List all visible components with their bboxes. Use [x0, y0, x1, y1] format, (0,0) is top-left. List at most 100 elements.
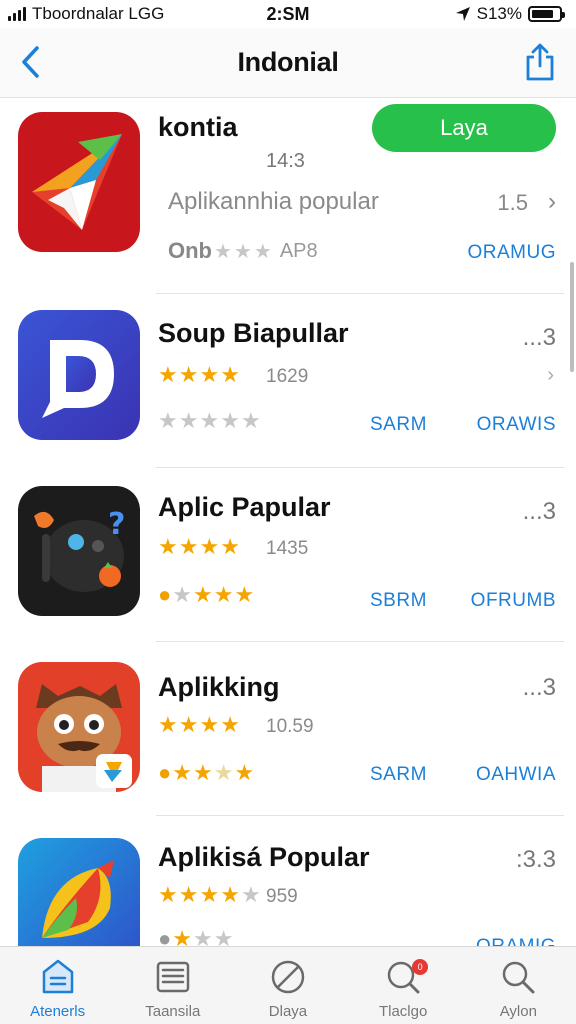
star-icon: ★: [214, 240, 232, 263]
signal-icon: [8, 7, 26, 21]
star-icon: ★: [178, 534, 199, 559]
share-button[interactable]: [520, 38, 560, 86]
app-name: Aplikisá Popular: [158, 842, 370, 872]
status-bar: Tboordnalar LGG 2:SM S13%: [0, 0, 576, 28]
price-link[interactable]: SARM: [370, 414, 427, 436]
apps-icon: [268, 957, 308, 997]
star-icon: ●: [158, 582, 172, 607]
tab-apps[interactable]: Dlaya: [233, 957, 343, 1020]
star-icon: ★: [220, 882, 240, 907]
rating-count: 1629: [266, 366, 309, 387]
battery-fill: [532, 10, 553, 18]
price-link[interactable]: SARM: [370, 764, 427, 786]
star-icon: ★: [213, 582, 234, 607]
app-subtitle: Aplikannhia popular: [168, 188, 379, 215]
star-icon: ★: [178, 362, 199, 387]
feather-icon: [18, 838, 140, 946]
app-row-3[interactable]: ? Aplic Papular ...3 ★ ★ ★ ★ 1435 ● ★ ★ ★ ★ SBR…: [0, 468, 576, 642]
star-icon: ★: [199, 712, 220, 737]
rating-stars: ★ ★ ★ ★ ★: [158, 884, 261, 906]
carrier-label: Tboordnalar LGG: [32, 4, 165, 23]
search-icon: [498, 957, 538, 997]
app-name: Aplikking: [158, 672, 280, 702]
app-name: Aplic Papular: [158, 492, 331, 522]
app-meta: 14:3: [266, 150, 305, 172]
star-icon: ★: [178, 712, 199, 737]
star-icon: ★: [199, 408, 220, 433]
sub-rating-stars: ● ★ ★ ★ ★: [158, 762, 254, 784]
star-icon: ★: [178, 408, 199, 433]
app-row-2[interactable]: Soup Biapullar ...3 ★ ★ ★ ★ 1629 › ★ ★ ★ ★ ★ SA…: [0, 294, 576, 468]
tab-games[interactable]: Taansila: [118, 957, 228, 1020]
tab-today[interactable]: Atenerls: [3, 957, 113, 1020]
app-icon-aplic[interactable]: ?: [18, 486, 140, 616]
star-icon: ★: [199, 362, 220, 387]
get-link[interactable]: ORAMIG: [476, 936, 556, 946]
rating-text: Onb: [168, 238, 212, 263]
page-title: Indonial: [237, 47, 339, 77]
svg-text:?: ?: [108, 507, 125, 542]
get-link[interactable]: OAHWIA: [476, 764, 556, 786]
star-icon: ★: [178, 882, 199, 907]
star-icon: ★: [234, 760, 255, 785]
app-size: 1.5: [497, 190, 528, 215]
get-link[interactable]: ORAMUG: [468, 242, 557, 264]
tab-label: Atenerls: [30, 1003, 86, 1020]
rating-row: Onb ★ ★ ★ AP8: [168, 238, 318, 264]
rank-label: :3.3: [515, 846, 556, 873]
star-icon: ★: [158, 534, 178, 559]
star-icon: ★: [199, 534, 220, 559]
rating-stars: ★ ★ ★ ★: [158, 364, 240, 386]
rating-count: 1435: [266, 538, 309, 559]
chevron-right-icon[interactable]: ›: [548, 188, 556, 216]
star-icon: ★: [158, 712, 178, 737]
star-icon: ★: [220, 712, 240, 737]
chevron-right-icon[interactable]: ›: [547, 364, 554, 387]
star-icon: ★: [220, 408, 240, 433]
app-icon-soup[interactable]: [18, 310, 140, 440]
star-icon: ★: [220, 362, 240, 387]
star-icon: ★: [193, 582, 213, 607]
star-icon: ★: [240, 408, 261, 433]
app-row-5[interactable]: Aplikisá Popular :3.3 ★★★★★ 959 ●★★★ ORA…: [0, 816, 576, 946]
scroll-indicator[interactable]: [570, 262, 574, 372]
tab-updates[interactable]: 0 Tlaclgo: [348, 957, 458, 1020]
app-icon-aplikisa[interactable]: [18, 838, 140, 946]
rating-count: 959: [266, 886, 298, 907]
sub-rating-stars: ● ★ ★ ★: [158, 926, 234, 947]
app-icon-kontia[interactable]: [18, 112, 140, 252]
rank-label: ...3: [522, 324, 556, 351]
star-icon: ★: [213, 760, 234, 785]
tab-label: Dlaya: [268, 1003, 308, 1020]
rank-label: ...3: [522, 674, 556, 701]
star-icon: ●: [158, 926, 172, 947]
app-row-1[interactable]: kontia Laya 14:3 Aplikannhia popular 1.5…: [0, 98, 576, 294]
get-link[interactable]: OFRUMB: [471, 590, 556, 612]
star-icon: ★: [199, 882, 220, 907]
today-icon: [38, 957, 78, 997]
rating-count: 10.59: [266, 716, 314, 737]
price-link[interactable]: SBRM: [370, 590, 427, 612]
star-icon: ★: [158, 408, 178, 433]
tab-bar: Atenerls Taansila Dlaya 0 Tlaclgo Aylon: [0, 946, 576, 1024]
install-button[interactable]: Laya: [372, 104, 556, 152]
rating-code: AP8: [279, 239, 318, 262]
tab-search[interactable]: Aylon: [463, 957, 573, 1020]
star-icon: ★: [172, 760, 193, 785]
battery-percent: S13%: [476, 4, 522, 23]
tab-label: Tlaclgo: [378, 1003, 428, 1020]
status-right: S13%: [455, 4, 565, 24]
back-button[interactable]: [10, 40, 50, 84]
rating-stars: ★ ★ ★ ★: [158, 536, 240, 558]
chevron-left-icon: [22, 46, 39, 78]
app-icon-aplikking[interactable]: [18, 662, 140, 792]
sub-rating-stars: ★ ★ ★ ★ ★: [158, 410, 261, 432]
get-link[interactable]: ORAWIS: [477, 414, 556, 436]
character-icon: [18, 662, 140, 792]
app-name: kontia: [158, 112, 238, 142]
robot-icon: ?: [18, 486, 140, 616]
share-icon: [526, 43, 554, 81]
status-left: Tboordnalar LGG: [8, 4, 164, 24]
star-icon: ★: [213, 926, 234, 947]
app-row-4[interactable]: Aplikking ...3 ★ ★ ★ ★ 10.59 ● ★ ★ ★ ★ SARM OAH…: [0, 642, 576, 816]
